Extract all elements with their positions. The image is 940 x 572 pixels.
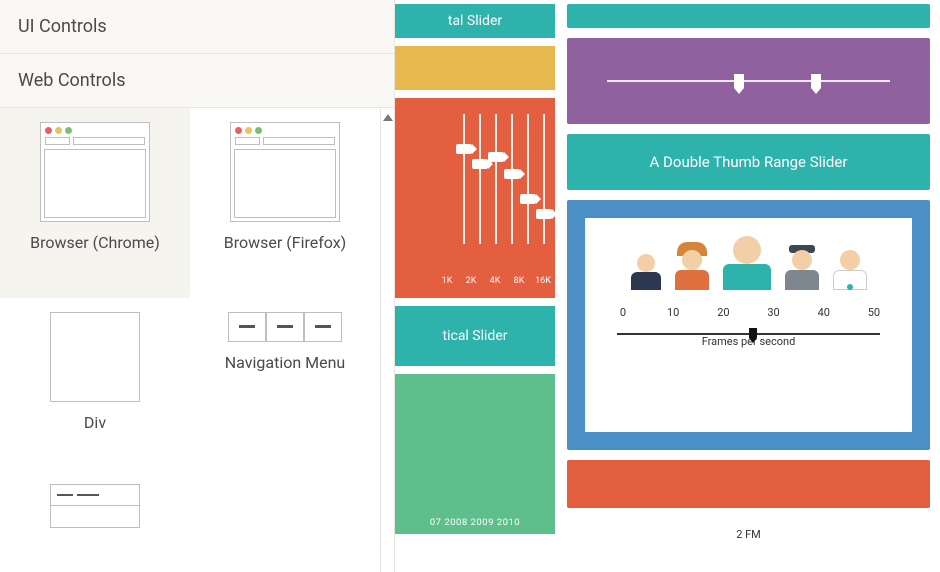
fps-slider-thumb[interactable] — [749, 328, 757, 338]
equalizer-tracks[interactable] — [453, 98, 555, 252]
stencil-browser-chrome[interactable]: Browser (Chrome) — [0, 108, 190, 298]
range-thumb-right[interactable] — [811, 74, 821, 88]
controls-sidebar: UI Controls Web Controls Browser (Chrome… — [0, 0, 395, 572]
card-fps-slider[interactable]: 0 10 20 30 40 50 Frames per second — [567, 200, 930, 450]
tile-area-chart[interactable]: 07 2008 2009 2010 — [395, 374, 555, 534]
avatar-doctor-icon — [833, 250, 867, 290]
misc-illustration — [50, 484, 140, 528]
tile-label: tical Slider — [443, 328, 508, 344]
right-tiles: A Double Thumb Range Slider 0 10 20 30 4… — [555, 0, 940, 572]
equalizer-hz-labels: 1K 2K 4K 8K 16K — [435, 276, 555, 290]
tile-yellow-bar[interactable] — [395, 46, 555, 90]
browser-chrome-illustration — [40, 122, 150, 222]
fps-tick-labels: 0 10 20 30 40 50 — [615, 306, 882, 319]
tile-label: tal Slider — [448, 13, 502, 29]
stencil-label: Navigation Menu — [225, 352, 346, 374]
stencil-extra-empty — [190, 478, 380, 572]
browser-firefox-illustration — [230, 122, 340, 222]
avatar-redhead-icon — [675, 242, 709, 290]
fm-label: 2 FM — [567, 518, 930, 541]
card-double-thumb-purple[interactable] — [567, 38, 930, 124]
avatar-suit-icon — [631, 254, 661, 290]
section-ui-controls[interactable]: UI Controls — [0, 0, 394, 54]
fps-slider-track[interactable] — [617, 333, 880, 335]
scrollbar-up-arrow-icon[interactable] — [383, 114, 393, 121]
stencil-label: Browser (Firefox) — [224, 232, 347, 254]
avatar-teal-icon — [723, 236, 771, 290]
range-slider-track[interactable] — [607, 80, 890, 82]
div-illustration — [50, 312, 140, 402]
fps-panel: 0 10 20 30 40 50 Frames per second — [585, 218, 912, 432]
stencil-label: Browser (Chrome) — [30, 232, 160, 254]
card-orange-partial[interactable] — [567, 460, 930, 508]
tile-horizontal-slider-label[interactable]: tal Slider — [395, 4, 555, 38]
chart-year-axis: 07 2008 2009 2010 — [430, 517, 520, 528]
stencil-div[interactable]: Div — [0, 298, 190, 478]
tile-vertical-slider-demo[interactable]: 1K 2K 4K 8K 16K — [395, 98, 555, 298]
nav-illustration — [228, 312, 342, 342]
partial-top-card — [567, 4, 930, 28]
range-thumb-left[interactable] — [734, 74, 744, 88]
section-web-controls[interactable]: Web Controls — [0, 54, 394, 108]
stencil-extra[interactable] — [0, 478, 190, 572]
card-label: A Double Thumb Range Slider — [650, 153, 848, 171]
card-double-thumb-label[interactable]: A Double Thumb Range Slider — [567, 134, 930, 190]
avatar-row — [609, 236, 888, 290]
middle-tiles: tal Slider 1K 2K 4K 8K 16K tical Slider — [395, 0, 555, 572]
tile-vertical-slider-title[interactable]: tical Slider — [395, 306, 555, 366]
stencil-browser-firefox[interactable]: Browser (Firefox) — [190, 108, 380, 298]
stencil-nav-menu[interactable]: Navigation Menu — [190, 298, 380, 478]
stencil-label: Div — [84, 412, 106, 434]
stencil-scrollbar[interactable] — [380, 108, 394, 572]
avatar-officer-icon — [785, 245, 819, 290]
